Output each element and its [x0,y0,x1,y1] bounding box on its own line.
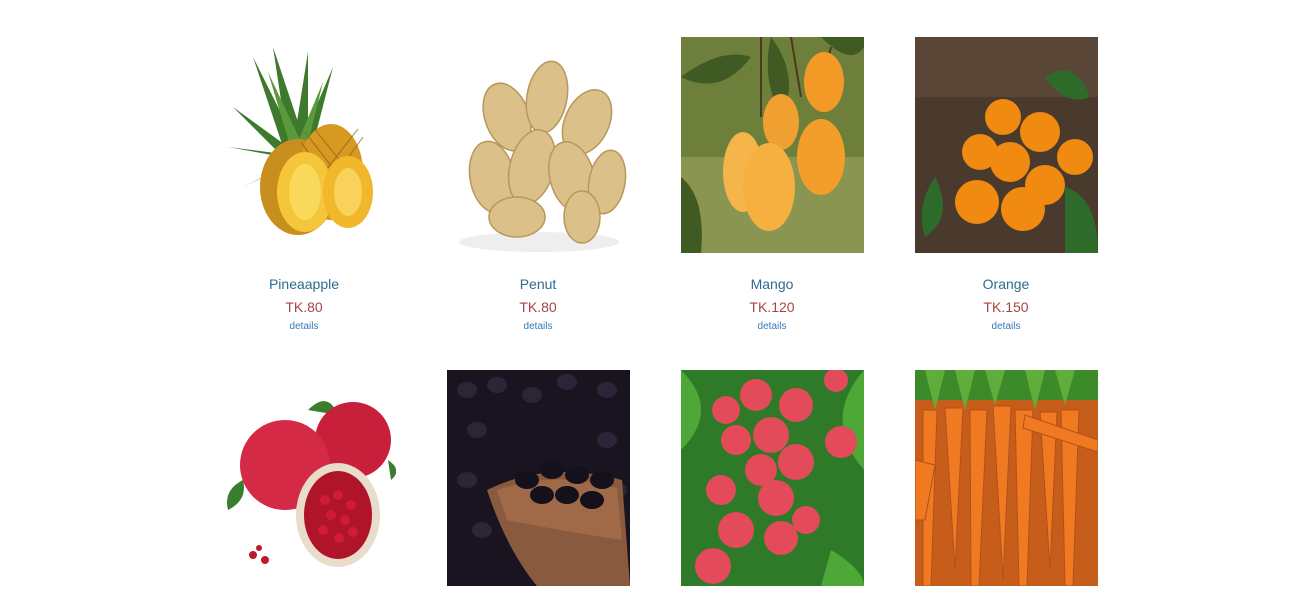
orange-image[interactable] [914,37,1098,253]
product-name[interactable]: Orange [889,275,1123,293]
product-grid: Pineaapple TK.80 details Penut TK.80 det… [0,0,1302,607]
product-card-blackberry[interactable] [421,370,655,586]
product-card-pomegranate[interactable] [187,370,421,586]
product-name[interactable]: Mango [655,275,889,293]
blackberry-image[interactable] [446,370,630,586]
details-link[interactable]: details [290,321,319,333]
product-card-mango[interactable]: Mango TK.120 details [655,37,889,334]
product-card-carrot[interactable] [889,370,1123,586]
product-price: TK.80 [285,299,323,315]
details-link[interactable]: details [992,321,1021,333]
product-price: TK.80 [519,299,557,315]
product-price: TK.120 [749,299,795,315]
pomegranate-image[interactable] [212,370,396,586]
product-name[interactable]: Pineaapple [187,275,421,293]
peanut-image[interactable] [446,37,630,253]
product-name[interactable]: Penut [421,275,655,293]
mango-image[interactable] [680,37,864,253]
carrot-image[interactable] [914,370,1098,586]
details-link[interactable]: details [758,321,787,333]
lychee-image[interactable] [680,370,864,586]
product-card-pineapple[interactable]: Pineaapple TK.80 details [187,37,421,334]
product-card-orange[interactable]: Orange TK.150 details [889,37,1123,334]
product-card-peanut[interactable]: Penut TK.80 details [421,37,655,334]
pineapple-image[interactable] [212,37,396,253]
product-card-lychee[interactable] [655,370,889,586]
product-price: TK.150 [983,299,1029,315]
details-link[interactable]: details [524,321,553,333]
